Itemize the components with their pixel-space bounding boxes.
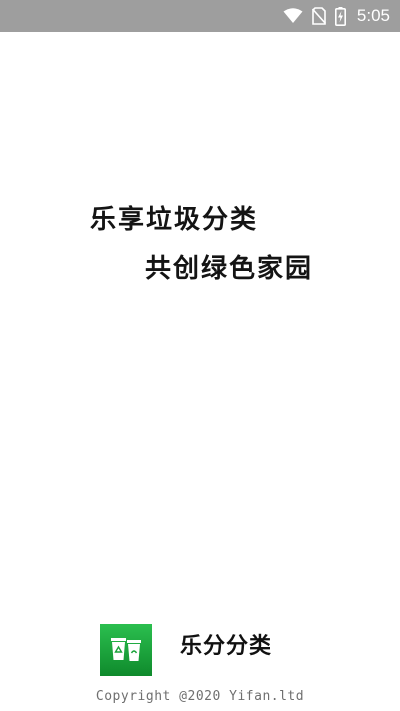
wifi-icon: [283, 8, 303, 24]
slogan-line-1: 乐享垃圾分类: [90, 205, 259, 235]
slogan-line-2: 共创绿色家园: [145, 254, 314, 284]
status-bar: 5:05: [0, 0, 400, 32]
status-icons: 5:05: [283, 0, 390, 32]
app-name: 乐分分类: [180, 634, 273, 659]
recycle-bin-icon: [100, 624, 152, 676]
no-sim-icon: [311, 7, 326, 25]
app-logo: [100, 624, 152, 676]
battery-charging-icon: [334, 6, 346, 26]
status-time: 5:05: [356, 6, 390, 25]
copyright-text: Copyright @2020 Yifan.ltd: [95, 689, 305, 704]
